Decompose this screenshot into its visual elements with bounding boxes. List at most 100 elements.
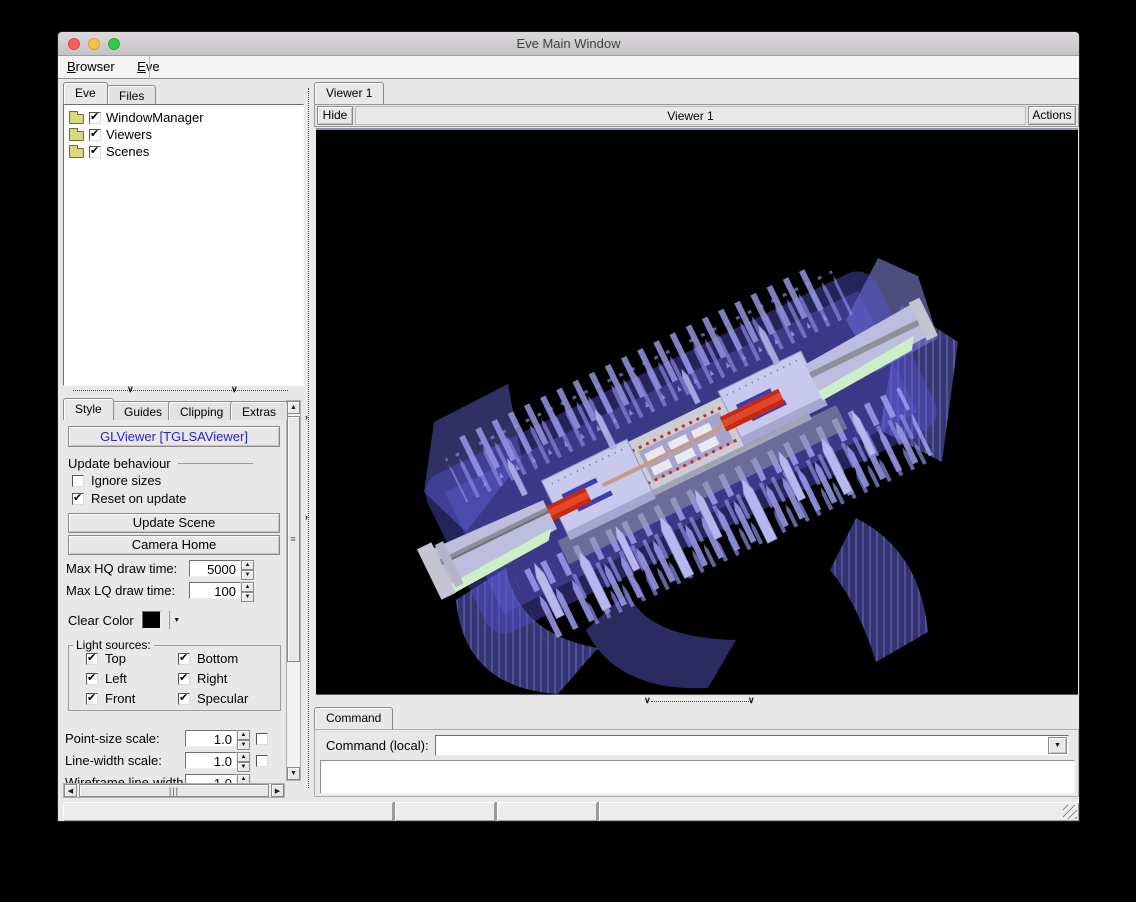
- line-width-checkbox[interactable]: [256, 755, 268, 767]
- tab-style[interactable]: Style: [63, 398, 114, 420]
- reset-on-update-checkbox[interactable]: [72, 493, 84, 505]
- tree-item-scenes[interactable]: Scenes: [66, 143, 301, 160]
- light-top-row: Top: [86, 651, 126, 666]
- ignore-sizes-row: Ignore sizes: [72, 473, 161, 488]
- spinner-down-icon: ▼: [241, 592, 254, 602]
- style-panel: GLViewer [TGLSAViewer] Update behaviour …: [63, 421, 284, 783]
- point-size-spinner[interactable]: ▲▼: [237, 730, 250, 747]
- tab-files[interactable]: Files: [107, 85, 156, 104]
- actions-button[interactable]: Actions: [1028, 106, 1076, 125]
- tree-item-windowmanager[interactable]: WindowManager: [66, 109, 301, 126]
- update-behaviour-label: Update behaviour: [68, 456, 171, 471]
- tab-extras[interactable]: Extras: [230, 401, 288, 420]
- line-width-entry[interactable]: 1.0: [185, 752, 237, 769]
- spinner-up-icon: ▲: [237, 752, 250, 762]
- status-section: [497, 802, 597, 821]
- max-lq-row: Max LQ draw time: 100 ▲▼: [66, 582, 254, 599]
- reset-on-update-row: Reset on update: [72, 491, 186, 506]
- command-dropdown-button[interactable]: ▼: [1048, 737, 1067, 754]
- clear-color-dropdown[interactable]: ▼: [169, 611, 184, 629]
- tab-viewer1[interactable]: Viewer 1: [314, 82, 384, 104]
- tab-command[interactable]: Command: [314, 707, 393, 729]
- light-left-checkbox[interactable]: [86, 673, 98, 685]
- spinner-up-icon: ▲: [241, 560, 254, 570]
- wireframe-entry[interactable]: 1.0: [185, 774, 237, 783]
- point-size-entry[interactable]: 1.0: [185, 730, 237, 747]
- spinner-up-icon: ▲: [237, 730, 250, 740]
- tab-clipping[interactable]: Clipping: [168, 401, 235, 420]
- eve-tree-view: WindowManager Viewers Scenes: [63, 104, 304, 386]
- scroll-right-button[interactable]: ▶: [271, 784, 284, 797]
- max-hq-entry[interactable]: 5000: [189, 560, 241, 577]
- scroll-thumb[interactable]: ≡: [287, 416, 300, 662]
- glviewer-class-button[interactable]: GLViewer [TGLSAViewer]: [68, 426, 280, 447]
- resize-grip[interactable]: [1063, 805, 1077, 819]
- tab-guides[interactable]: Guides: [112, 401, 174, 420]
- scroll-down-icon: ▼: [290, 770, 297, 777]
- scroll-grip-icon: |||: [169, 786, 179, 796]
- update-scene-button[interactable]: Update Scene: [68, 513, 280, 533]
- zoom-button[interactable]: [108, 38, 120, 50]
- scroll-down-button[interactable]: ▼: [287, 767, 300, 780]
- scroll-left-button[interactable]: ◀: [64, 784, 77, 797]
- light-front-row: Front: [86, 691, 135, 706]
- light-bottom-checkbox[interactable]: [178, 653, 190, 665]
- clear-color-swatch[interactable]: [142, 611, 161, 629]
- scroll-up-button[interactable]: ▲: [287, 401, 300, 414]
- point-size-checkbox[interactable]: [256, 733, 268, 745]
- command-output[interactable]: [320, 760, 1075, 794]
- wireframe-row: Wireframe line-width 1.0 ▲▼: [65, 774, 250, 783]
- ignore-sizes-checkbox[interactable]: [72, 475, 84, 487]
- max-hq-row: Max HQ draw time: 5000 ▲▼: [66, 560, 254, 577]
- command-combobox: ▼: [435, 735, 1069, 756]
- tree-checkbox[interactable]: [89, 129, 101, 141]
- menu-browser[interactable]: Browser: [58, 56, 124, 79]
- detector-3d-render: [316, 130, 1078, 695]
- wireframe-spinner[interactable]: ▲▼: [237, 774, 250, 783]
- tree-item-label: WindowManager: [106, 110, 204, 125]
- folder-icon: [69, 148, 84, 158]
- tab-eve[interactable]: Eve: [63, 82, 108, 104]
- status-section: [599, 802, 1079, 821]
- eve-main-window: Eve Main Window Browser Eve Eve Files Wi…: [57, 31, 1080, 822]
- command-prompt-label: Command (local):: [326, 738, 429, 753]
- light-top-checkbox[interactable]: [86, 653, 98, 665]
- tree-item-viewers[interactable]: Viewers: [66, 126, 301, 143]
- hide-button[interactable]: Hide: [317, 106, 353, 125]
- update-behaviour-group: Update behaviour: [68, 456, 253, 471]
- tree-checkbox[interactable]: [89, 146, 101, 158]
- status-bar: [63, 802, 1079, 821]
- menu-separator: [149, 56, 150, 79]
- max-lq-spinner[interactable]: ▲▼: [241, 582, 254, 599]
- main-vertical-splitter[interactable]: › ›: [304, 82, 314, 801]
- tree-style-splitter[interactable]: ∨ ∨: [63, 386, 304, 396]
- scroll-thumb[interactable]: |||: [79, 784, 269, 797]
- folder-icon: [69, 131, 84, 141]
- close-button[interactable]: [68, 38, 80, 50]
- title-bar[interactable]: Eve Main Window: [58, 32, 1079, 56]
- viewer-title-bar[interactable]: Viewer 1: [355, 106, 1026, 125]
- window-title: Eve Main Window: [58, 32, 1079, 56]
- clear-color-row: Clear Color ▼: [68, 611, 184, 629]
- light-right-checkbox[interactable]: [178, 673, 190, 685]
- max-hq-spinner[interactable]: ▲▼: [241, 560, 254, 577]
- light-front-checkbox[interactable]: [86, 693, 98, 705]
- style-vscrollbar[interactable]: ▲ ≡ ▼: [286, 400, 301, 781]
- max-lq-entry[interactable]: 100: [189, 582, 241, 599]
- spinner-down-icon: ▼: [241, 570, 254, 580]
- scroll-up-icon: ▲: [290, 404, 297, 411]
- dropdown-arrow-icon: ▼: [173, 617, 180, 624]
- tree-checkbox[interactable]: [89, 112, 101, 124]
- light-specular-row: Specular: [178, 691, 248, 706]
- viewer-command-splitter[interactable]: ∨ ∨: [316, 697, 1078, 707]
- gl-viewport[interactable]: [316, 128, 1078, 695]
- light-specular-checkbox[interactable]: [178, 693, 190, 705]
- camera-home-button[interactable]: Camera Home: [68, 535, 280, 555]
- status-section: [63, 802, 393, 821]
- scroll-grip-icon: ≡: [290, 534, 296, 544]
- command-input[interactable]: [437, 737, 1042, 754]
- line-width-spinner[interactable]: ▲▼: [237, 752, 250, 769]
- style-hscrollbar[interactable]: ◀ ||| ▶: [63, 783, 285, 798]
- spinner-up-icon: ▲: [241, 582, 254, 592]
- minimize-button[interactable]: [88, 38, 100, 50]
